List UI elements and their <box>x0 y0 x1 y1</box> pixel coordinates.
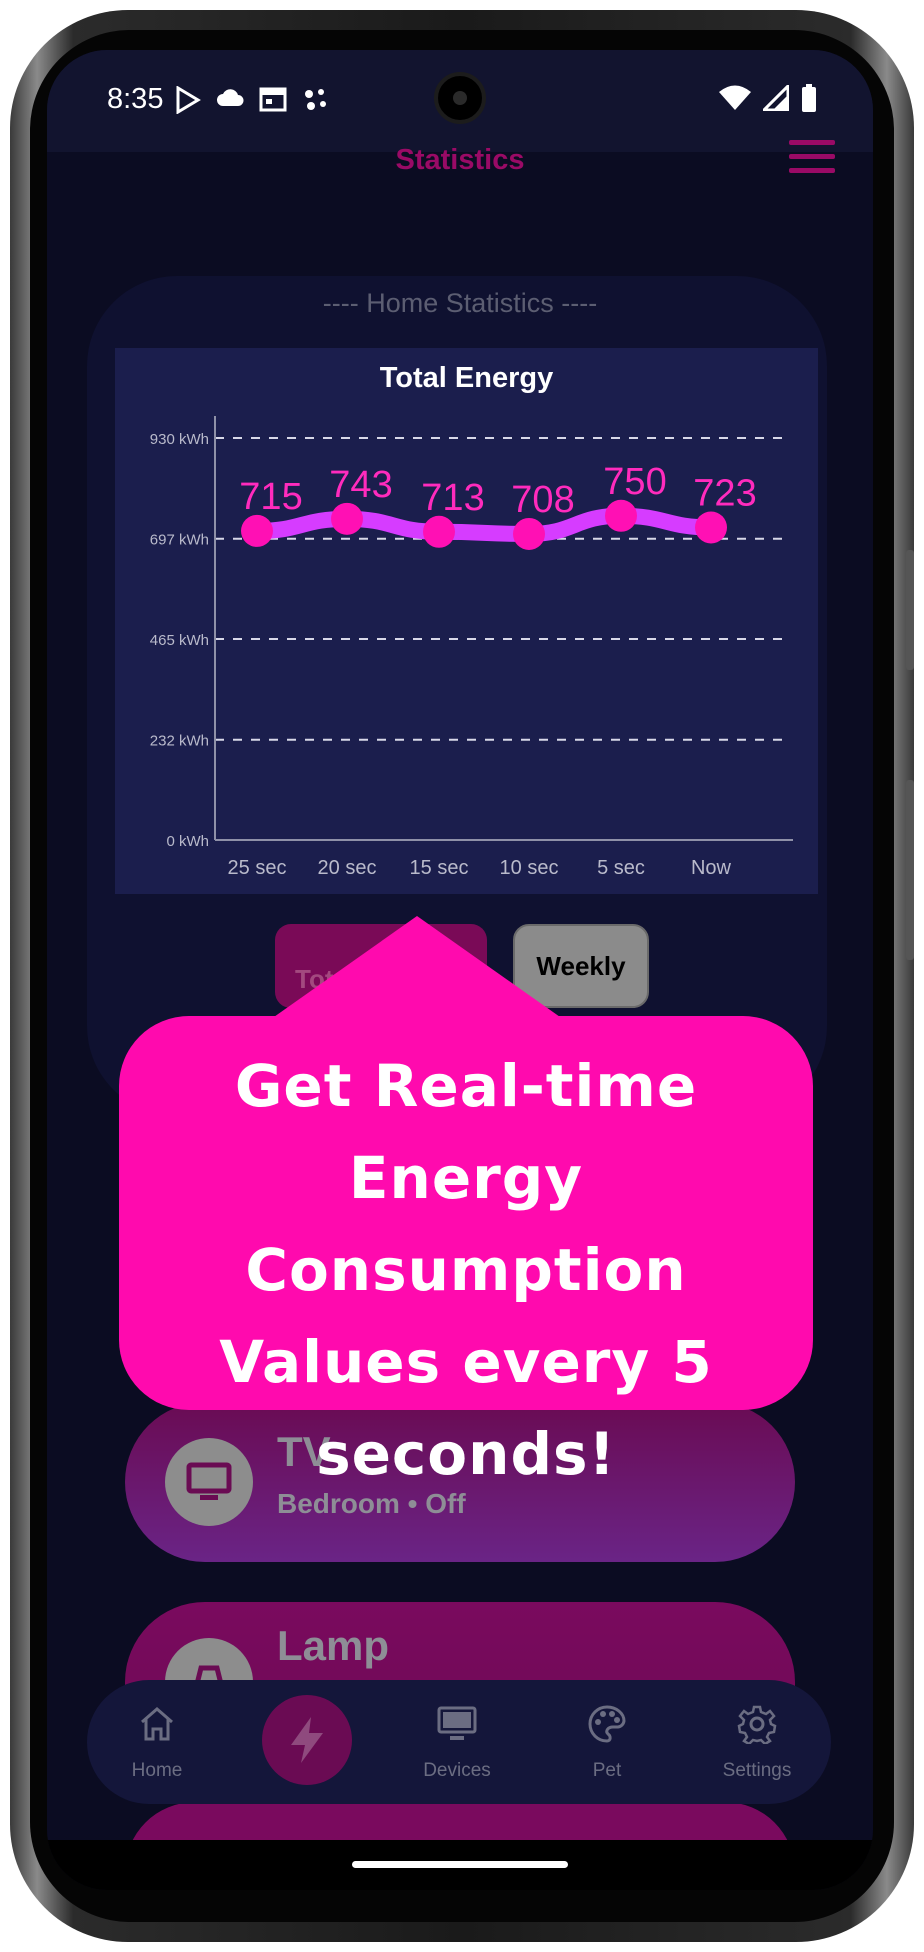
data-point <box>331 502 363 535</box>
tooltip-line: Energy Consumption <box>245 1144 687 1304</box>
calendar-icon <box>259 87 287 112</box>
nav-settings[interactable]: Settings <box>697 1680 817 1804</box>
data-label: 713 <box>421 477 484 519</box>
play-store-icon <box>176 86 201 114</box>
home-icon <box>141 1707 173 1741</box>
chart-title: Total Energy <box>379 362 554 394</box>
x-tick-label: 5 sec <box>597 857 645 879</box>
lightning-icon <box>291 1717 323 1763</box>
bottom-navigation: Home Devices Pet Settings <box>87 1680 831 1804</box>
signal-icon <box>763 85 789 111</box>
chart-canvas: 930 kWh 697 kWh 465 kWh 232 kWh 0 kWh 25 sec 2… <box>150 416 793 879</box>
y-tick-label: 697 kWh <box>150 532 209 549</box>
data-label: 723 <box>693 472 756 514</box>
x-tick-label: 25 sec <box>228 857 287 879</box>
nav-pet[interactable]: Pet <box>547 1680 667 1804</box>
monitor-icon <box>437 1706 477 1740</box>
stats-subtitle: ---- Home Statistics ---- <box>322 288 598 318</box>
y-tick-label: 232 kWh <box>150 733 209 750</box>
nav-label: Settings <box>722 1760 792 1781</box>
status-time: 8:35 <box>107 83 164 115</box>
data-point <box>513 517 545 550</box>
cloud-icon <box>217 89 244 106</box>
x-tick-label: Now <box>691 857 732 879</box>
status-bar: 8:35 <box>47 50 873 152</box>
data-point <box>423 515 455 548</box>
tooltip-line: Values every 5 <box>219 1328 713 1396</box>
data-label: 750 <box>603 461 666 503</box>
volume-button <box>906 780 914 960</box>
gear-icon <box>737 1705 777 1744</box>
data-label: 743 <box>329 464 392 506</box>
assistant-dots-icon <box>305 89 326 110</box>
nav-home[interactable]: Home <box>97 1680 217 1804</box>
front-camera <box>434 72 486 124</box>
system-icons <box>719 84 817 112</box>
tooltip-text: Get Real-time Energy Consumption Values … <box>119 1040 813 1500</box>
device-name: Lamp <box>277 1622 390 1669</box>
data-label: 708 <box>511 479 574 521</box>
y-tick-label: 465 kWh <box>150 632 209 649</box>
hamburger-menu-icon[interactable] <box>789 140 835 174</box>
x-tick-label: 15 sec <box>410 857 469 879</box>
nav-label: Devices <box>423 1760 491 1781</box>
notification-icons <box>175 86 329 114</box>
nav-energy[interactable] <box>262 1695 352 1785</box>
energy-chart: 930 kWh 697 kWh 465 kWh 232 kWh 0 kWh 25 sec 2… <box>115 348 818 894</box>
data-label: 715 <box>239 476 302 518</box>
wifi-icon <box>719 85 751 110</box>
battery-icon <box>802 84 816 112</box>
palette-icon <box>588 1705 626 1743</box>
nav-devices[interactable]: Devices <box>397 1680 517 1804</box>
data-point <box>241 514 273 547</box>
gesture-handle[interactable] <box>352 1861 568 1868</box>
y-tick-label: 0 kWh <box>166 833 209 850</box>
tooltip-line: seconds! <box>316 1420 616 1488</box>
tooltip-line: Get Real-time <box>234 1052 698 1120</box>
y-tick-label: 930 kWh <box>150 431 209 448</box>
screen: 8:35 Statistics ---- Home Statistics ---… <box>47 50 873 1890</box>
power-button <box>906 550 914 670</box>
page-title: Statistics <box>395 144 525 176</box>
nav-label: Home <box>131 1760 183 1781</box>
x-tick-label: 20 sec <box>318 857 377 879</box>
nav-label: Pet <box>592 1760 622 1781</box>
data-point <box>605 499 637 532</box>
x-tick-label: 10 sec <box>500 857 559 879</box>
data-point <box>695 511 727 544</box>
